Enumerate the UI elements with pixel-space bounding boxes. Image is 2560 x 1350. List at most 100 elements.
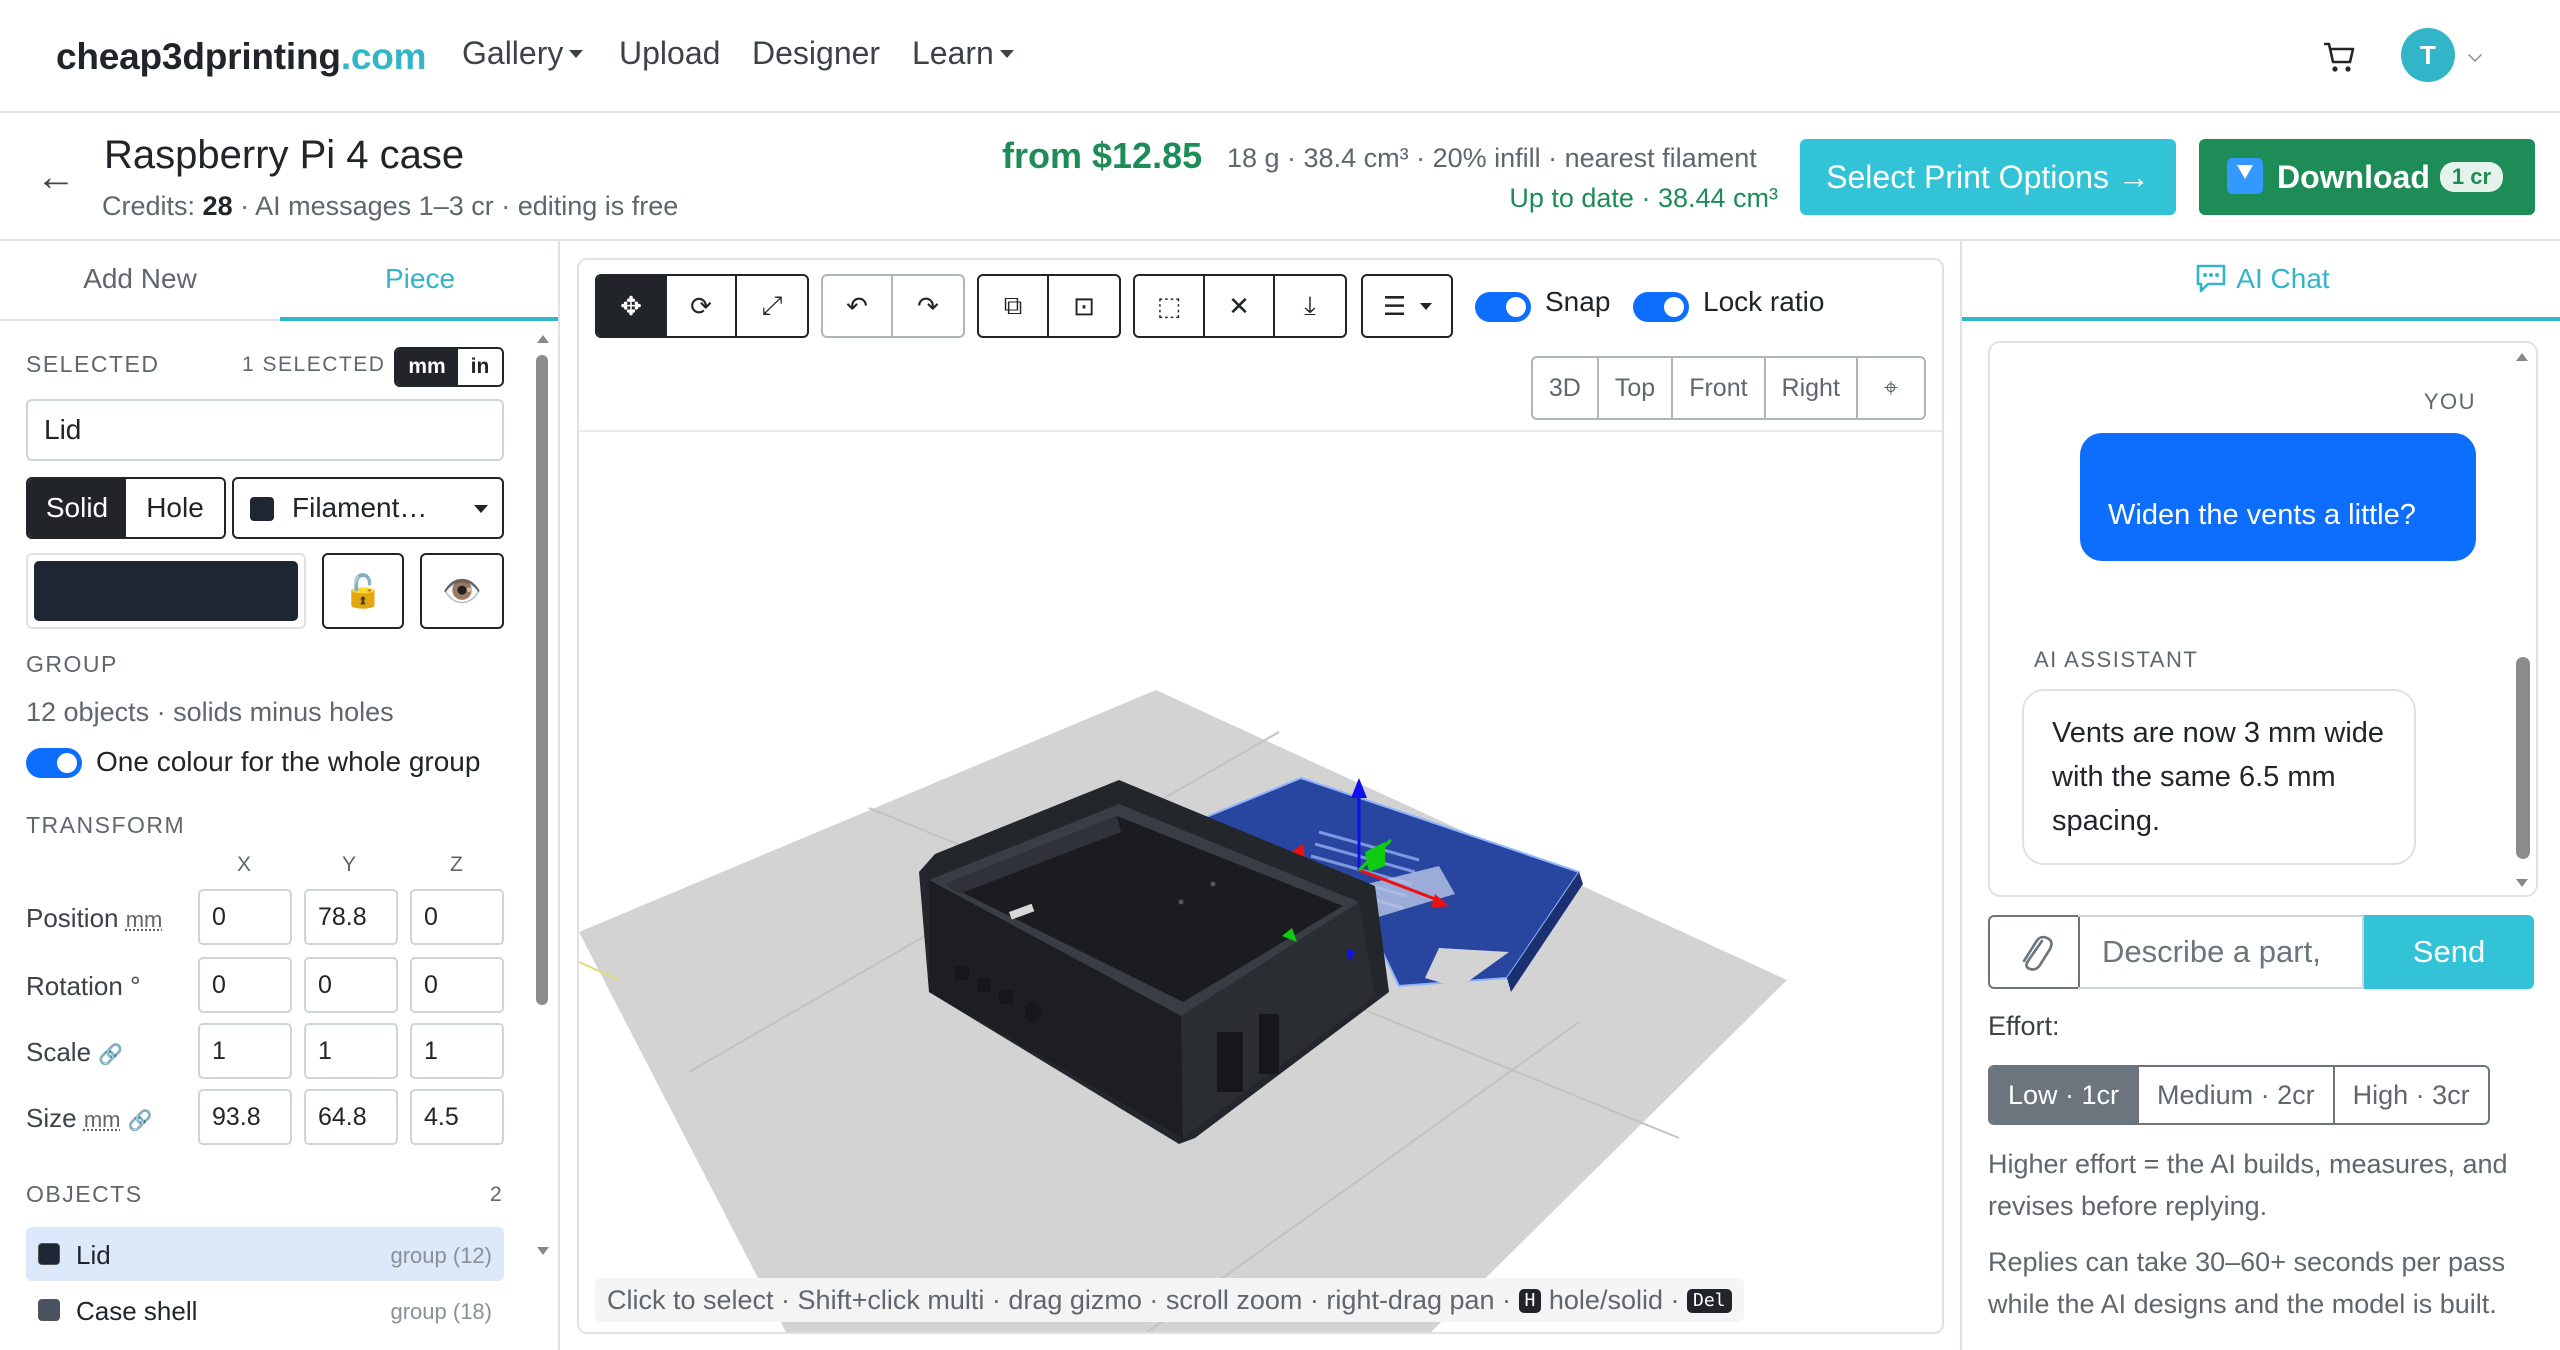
scene-canvas[interactable]	[579, 432, 1944, 1334]
scroll-thumb[interactable]	[536, 355, 548, 1005]
object-row-case-shell[interactable]: Case shell group (18)	[26, 1283, 504, 1337]
view-3d-button[interactable]: 3D	[1533, 358, 1599, 418]
chat-input[interactable]: Describe a part,	[2078, 915, 2364, 989]
chevron-down-icon[interactable]	[2468, 48, 2482, 62]
size-x-input[interactable]: 93.8	[198, 1089, 292, 1145]
scale-label: Scale 🔗	[26, 1037, 124, 1067]
link-icon[interactable]: 🔗	[128, 1110, 153, 1132]
duplicate-button[interactable]: ⧉	[979, 276, 1049, 336]
center-button[interactable]: ⊡	[1049, 276, 1119, 336]
scale-x-input[interactable]: 1	[198, 1023, 292, 1079]
lock-ratio-toggle[interactable]	[1633, 292, 1689, 322]
brand-logo[interactable]: cheap3dprinting.com	[56, 36, 427, 78]
visibility-button[interactable]: 👁️	[420, 553, 504, 629]
tab-piece[interactable]: Piece	[280, 241, 558, 321]
select-print-options-button[interactable]: Select Print Options →	[1800, 139, 2176, 215]
project-header: ← Raspberry Pi 4 case Credits: 28 · AI m…	[0, 113, 2560, 241]
rotate-tool-button[interactable]: ⟳	[667, 276, 737, 336]
user-label: YOU	[2423, 389, 2476, 414]
group-heading: GROUP	[26, 651, 118, 677]
nav-upload[interactable]: Upload	[619, 35, 720, 72]
left-panel: Add New Piece SELECTED 1 SELECTED mm in …	[0, 241, 560, 1350]
delete-button[interactable]: ✕	[1205, 276, 1275, 336]
object-name: Lid	[76, 1240, 111, 1270]
chat-bubble-icon	[2196, 264, 2226, 293]
color-picker[interactable]	[26, 553, 306, 629]
rotation-y-input[interactable]: 0	[304, 957, 398, 1013]
left-scrollbar[interactable]	[534, 335, 550, 1255]
move-tool-button[interactable]: ✥	[597, 276, 667, 336]
effort-help-text: Higher effort = the AI builds, measures,…	[1988, 1149, 2508, 1221]
avatar[interactable]: T	[2401, 28, 2455, 82]
lock-ratio-label: Lock ratio	[1703, 286, 1825, 317]
view-front-button[interactable]: Front	[1673, 358, 1766, 418]
size-y-input[interactable]: 64.8	[304, 1089, 398, 1145]
tab-ai-chat[interactable]: AI Chat	[1962, 241, 2560, 321]
snap-toggle[interactable]	[1475, 292, 1531, 322]
effort-low-button[interactable]: Low · 1cr	[1990, 1067, 2140, 1123]
scale-tool-button[interactable]: ⤢	[737, 276, 807, 336]
group-colour-toggle[interactable]	[26, 748, 82, 778]
hole-button[interactable]: Hole	[126, 479, 224, 537]
unit-toggle: mm in	[394, 347, 504, 387]
object-row-lid[interactable]: Lid group (12)	[26, 1227, 504, 1281]
position-x-input[interactable]: 0	[198, 889, 292, 945]
effort-label: Effort:	[1988, 1011, 2060, 1041]
scroll-down-icon[interactable]	[537, 1247, 549, 1255]
scale-z-input[interactable]: 1	[410, 1023, 504, 1079]
back-button[interactable]: ←	[36, 155, 76, 200]
cart-icon[interactable]	[2322, 40, 2356, 74]
piece-name-input[interactable]: Lid	[26, 399, 504, 461]
rotation-x-input[interactable]: 0	[198, 957, 292, 1013]
filament-select[interactable]: Filament…	[232, 477, 504, 539]
snap-label: Snap	[1545, 286, 1611, 317]
send-button[interactable]: Send	[2364, 915, 2534, 989]
unit-mm[interactable]: mm	[396, 349, 458, 385]
viewport-hint: Click to select · Shift+click multi · dr…	[595, 1278, 1744, 1322]
link-icon[interactable]: 🔗	[98, 1044, 123, 1066]
scale-y-input[interactable]: 1	[304, 1023, 398, 1079]
3d-scene[interactable]: Click to select · Shift+click multi · dr…	[579, 430, 1944, 1334]
chat-messages[interactable]: YOU Widen the vents a little? AI ASSISTA…	[1988, 341, 2538, 897]
scroll-up-icon[interactable]	[537, 335, 549, 343]
nav-designer[interactable]: Designer	[752, 35, 880, 72]
menu-dropdown[interactable]: ☰	[1361, 274, 1453, 338]
position-label: Position mm	[26, 903, 163, 933]
credit-badge: 1 cr	[2439, 162, 2504, 192]
assistant-label: AI ASSISTANT	[2034, 647, 2199, 672]
solid-hole-toggle: Solid Hole	[26, 477, 226, 539]
view-right-button[interactable]: Right	[1766, 358, 1858, 418]
group-button[interactable]: ⬚	[1135, 276, 1205, 336]
size-z-input[interactable]: 4.5	[410, 1089, 504, 1145]
transform-tools: ✥ ⟳ ⤢	[595, 274, 809, 338]
tab-add-new[interactable]: Add New	[0, 241, 280, 321]
unit-in[interactable]: in	[458, 349, 502, 385]
scroll-up-icon[interactable]	[2516, 353, 2528, 361]
nav-learn[interactable]: Learn	[912, 35, 1014, 72]
kbd-del: Del	[1686, 1289, 1732, 1313]
view-top-button[interactable]: Top	[1599, 358, 1674, 418]
chat-scroll-thumb[interactable]	[2516, 657, 2530, 859]
caret-down-icon	[474, 505, 488, 513]
3d-viewport[interactable]: ✥ ⟳ ⤢ ↶ ↷ ⧉ ⊡ ⬚ ✕ ⤓ ☰ Snap Lock ratio 3D…	[577, 258, 1944, 1334]
position-y-input[interactable]: 78.8	[304, 889, 398, 945]
solid-button[interactable]: Solid	[28, 479, 126, 537]
view-buttons: 3D Top Front Right ⌖	[1530, 356, 1926, 420]
drop-to-floor-button[interactable]: ⤓	[1275, 276, 1345, 336]
assistant-message: Vents are now 3 mm wide with the same 6.…	[2022, 689, 2416, 865]
position-z-input[interactable]: 0	[410, 889, 504, 945]
redo-button[interactable]: ↷	[893, 276, 963, 336]
effort-medium-button[interactable]: Medium · 2cr	[2139, 1067, 2335, 1123]
nav-gallery[interactable]: Gallery	[462, 35, 584, 72]
download-button[interactable]: Download 1 cr	[2199, 139, 2535, 215]
undo-button[interactable]: ↶	[823, 276, 893, 336]
scroll-down-icon[interactable]	[2516, 879, 2528, 887]
lock-button[interactable]: 🔓	[322, 553, 404, 629]
rotation-z-input[interactable]: 0	[410, 957, 504, 1013]
effort-high-button[interactable]: High · 3cr	[2335, 1067, 2488, 1123]
focus-view-button[interactable]: ⌖	[1858, 358, 1924, 418]
object-swatch	[38, 1299, 60, 1321]
attach-button[interactable]	[1988, 915, 2080, 989]
price-label: from $12.85	[1002, 135, 1203, 176]
group-colour-label: One colour for the whole group	[96, 746, 481, 777]
